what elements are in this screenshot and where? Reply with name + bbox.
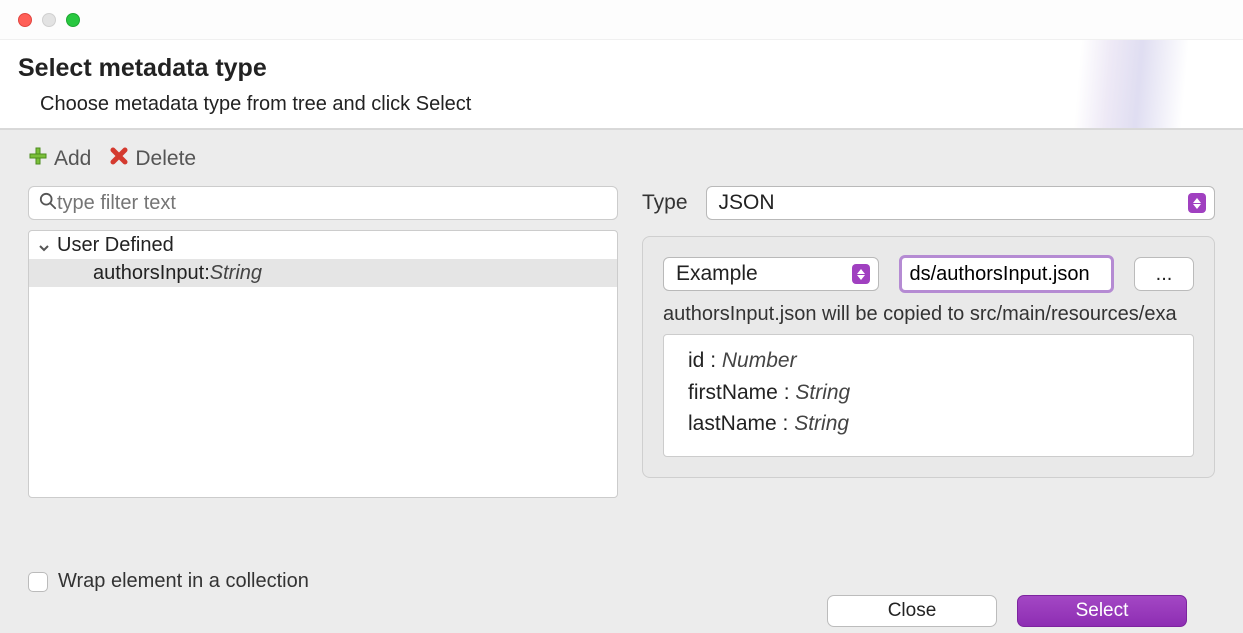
minimize-window-icon	[42, 13, 56, 27]
type-row: Type JSON	[642, 186, 1215, 220]
detail-panel: Example ... authorsInput.json will be co…	[642, 236, 1215, 478]
updown-arrows-icon	[852, 264, 870, 284]
tree-root-label: User Defined	[57, 234, 174, 257]
filter-box[interactable]	[28, 186, 618, 220]
tree-item-type: String	[210, 262, 262, 285]
close-button-label: Close	[888, 600, 937, 622]
checkbox-icon[interactable]	[28, 572, 48, 592]
tree-item-row[interactable]: authorsInput : String	[29, 259, 617, 287]
tree-toolbar: Add Delete	[28, 146, 1215, 172]
delete-button[interactable]: Delete	[109, 146, 196, 172]
type-select[interactable]: JSON	[706, 186, 1215, 220]
updown-arrows-icon	[1188, 193, 1206, 213]
close-button[interactable]: Close	[827, 595, 997, 627]
delete-button-label: Delete	[135, 147, 196, 171]
property-row: id : Number	[688, 345, 1169, 377]
select-button-label: Select	[1076, 600, 1129, 622]
select-button[interactable]: Select	[1017, 595, 1187, 627]
button-bar: Close Select	[28, 593, 1215, 633]
path-field[interactable]	[899, 255, 1115, 293]
path-input[interactable]	[910, 263, 1104, 286]
add-button[interactable]: Add	[28, 146, 91, 172]
properties-list: id : Number firstName : String lastName …	[663, 334, 1194, 457]
filter-input[interactable]	[57, 192, 607, 215]
example-select-value: Example	[676, 262, 852, 286]
plus-icon	[28, 146, 48, 172]
dialog-title: Select metadata type	[18, 54, 1219, 83]
detail-top-row: Example ...	[663, 255, 1194, 293]
close-window-icon[interactable]	[18, 13, 32, 27]
metadata-tree[interactable]: User Defined authorsInput : String	[28, 230, 618, 498]
dialog-subtitle: Choose metadata type from tree and click…	[40, 93, 1219, 116]
dialog-body: Add Delete	[0, 129, 1243, 633]
chevron-down-icon[interactable]	[37, 238, 51, 252]
wrap-checkbox-label: Wrap element in a collection	[58, 570, 309, 593]
window-titlebar	[0, 0, 1243, 40]
prop-name: lastName	[688, 412, 777, 435]
property-row: firstName : String	[688, 377, 1169, 409]
tree-item-name: authorsInput	[93, 262, 204, 285]
dialog-header: Select metadata type Choose metadata typ…	[0, 40, 1243, 128]
wrap-checkbox-row[interactable]: Wrap element in a collection	[28, 570, 1215, 593]
search-icon	[39, 192, 57, 215]
example-select[interactable]: Example	[663, 257, 879, 291]
right-column: Type JSON Example	[642, 186, 1215, 554]
x-icon	[109, 146, 129, 172]
prop-type: Number	[722, 349, 797, 372]
browse-button-label: ...	[1156, 263, 1173, 286]
tree-root-row[interactable]: User Defined	[29, 231, 617, 259]
prop-name: firstName	[688, 381, 778, 404]
prop-name: id	[688, 349, 704, 372]
browse-button[interactable]: ...	[1134, 257, 1194, 291]
prop-type: String	[795, 381, 850, 404]
add-button-label: Add	[54, 147, 91, 171]
type-label: Type	[642, 191, 688, 215]
property-row: lastName : String	[688, 408, 1169, 440]
columns: User Defined authorsInput : String Type …	[28, 186, 1215, 554]
zoom-window-icon[interactable]	[66, 13, 80, 27]
copy-message: authorsInput.json will be copied to src/…	[663, 303, 1194, 326]
type-select-value: JSON	[719, 191, 1188, 215]
left-column: User Defined authorsInput : String	[28, 186, 618, 554]
prop-type: String	[794, 412, 849, 435]
